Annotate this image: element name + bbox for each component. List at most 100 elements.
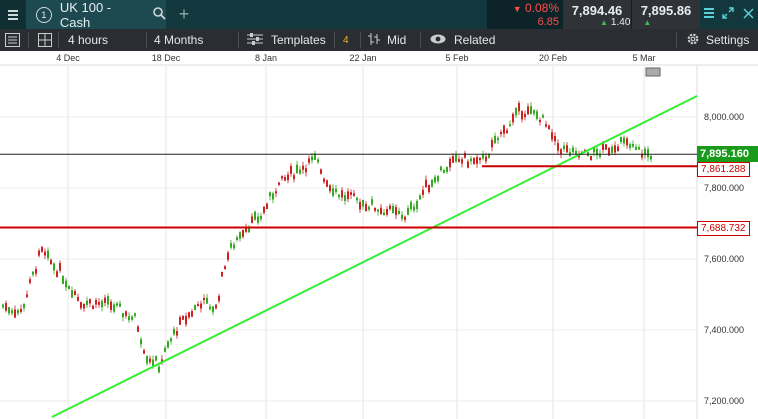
candle: [365, 201, 367, 212]
trendline: [51, 95, 698, 418]
candle: [569, 148, 571, 157]
price-type-label: Mid: [387, 33, 407, 47]
instrument-tab[interactable]: 1 UK 100 - Cash: [26, 0, 166, 30]
candle: [68, 285, 70, 290]
support-line-label: 7,861.288: [697, 162, 750, 178]
menu-list-icon[interactable]: [5, 29, 20, 51]
price-chart[interactable]: 4 Dec 18 Dec 8 Jan 22 Jan 5 Feb 20 Feb 5 Mar 8…: [0, 51, 758, 419]
related-button[interactable]: Related: [430, 29, 495, 51]
scroll-to-latest-icon[interactable]: [645, 67, 661, 77]
expand-icon[interactable]: [722, 7, 735, 22]
candle: [404, 215, 406, 223]
candle: [566, 141, 568, 153]
candle: [428, 184, 430, 195]
candle-series: [2, 100, 652, 374]
candle: [197, 301, 199, 307]
eye-icon: [430, 33, 446, 47]
candle: [227, 250, 229, 263]
chart-toolbar: 4 hours 4 Months Templates 4 Mid Related…: [0, 29, 758, 51]
candle: [80, 301, 82, 310]
x-axis-tick-label: 18 Dec: [152, 53, 181, 63]
candle: [218, 293, 220, 304]
candle: [506, 128, 508, 134]
templates-icon: [247, 32, 263, 48]
window-controls: [700, 0, 758, 29]
candle: [401, 211, 403, 222]
y-axis-tick-label: 7,800.000: [704, 183, 744, 193]
candle: [77, 293, 79, 302]
candle: [353, 189, 355, 198]
candle: [305, 164, 307, 177]
instrument-name: UK 100 - Cash: [59, 0, 112, 30]
candle: [293, 172, 295, 183]
candle: [194, 304, 196, 311]
candle: [347, 188, 349, 203]
drag-handle-icon[interactable]: [704, 6, 715, 23]
candle: [137, 325, 139, 332]
candle: [257, 212, 259, 225]
candle: [290, 163, 292, 177]
candle: [509, 120, 511, 127]
candle: [11, 307, 13, 316]
instrument-bar: 1 UK 100 - Cash + ▼ 0.08% 6.85 7,894.46 …: [0, 0, 758, 30]
candle: [260, 212, 262, 222]
candle: [314, 150, 316, 161]
candle: [527, 103, 529, 116]
candle: [215, 304, 217, 310]
candle: [632, 140, 634, 149]
candle: [497, 135, 499, 144]
candle: [20, 304, 22, 314]
candle: [443, 169, 445, 174]
candle: [5, 300, 7, 313]
interval-dropdown[interactable]: 4 hours: [68, 29, 108, 51]
candle: [317, 157, 319, 165]
current-price-label: 7,895.160: [697, 146, 758, 163]
candle: [473, 157, 475, 165]
candle: [437, 174, 439, 184]
gear-icon: [686, 32, 700, 49]
candle: [449, 156, 451, 172]
candle: [431, 179, 433, 188]
candle: [458, 155, 460, 163]
candle: [239, 231, 241, 242]
candle: [332, 184, 334, 198]
close-icon[interactable]: [743, 7, 754, 22]
price-type-button[interactable]: Mid: [368, 29, 406, 51]
buy-price: 7,895.86: [640, 3, 692, 18]
sell-price: 7,894.46: [571, 3, 623, 18]
candle: [101, 298, 103, 312]
candle: [155, 355, 157, 362]
candle: [44, 248, 46, 260]
candle: [188, 311, 190, 320]
candle: [143, 348, 145, 354]
candle: [233, 241, 235, 251]
layout-grid-icon[interactable]: [38, 29, 52, 51]
candle: [374, 207, 376, 213]
candle: [29, 276, 31, 285]
candle: [62, 274, 64, 285]
candle: [617, 144, 619, 152]
templates-button[interactable]: Templates: [247, 29, 326, 51]
candle: [107, 293, 109, 309]
candle: [482, 150, 484, 161]
candle: [221, 271, 223, 277]
candle: [530, 102, 532, 115]
candle: [83, 303, 85, 312]
candle: [89, 298, 91, 308]
candle: [395, 204, 397, 220]
hamburger-icon[interactable]: [0, 0, 26, 29]
change-display: ▼ 0.08% 6.85: [487, 0, 563, 29]
candle: [560, 148, 562, 159]
candle: [53, 262, 55, 275]
candle: [2, 303, 4, 310]
candle: [344, 191, 346, 205]
search-icon[interactable]: [152, 6, 166, 23]
settings-button[interactable]: Settings: [686, 29, 749, 51]
candle: [563, 142, 565, 153]
candle: [512, 112, 514, 126]
add-tab-button[interactable]: +: [174, 0, 194, 29]
range-dropdown[interactable]: 4 Months: [154, 29, 203, 51]
candle: [368, 205, 370, 212]
y-axis-tick-label: 7,600.000: [704, 254, 744, 264]
y-axis-tick-label: 7,200.000: [704, 396, 744, 406]
